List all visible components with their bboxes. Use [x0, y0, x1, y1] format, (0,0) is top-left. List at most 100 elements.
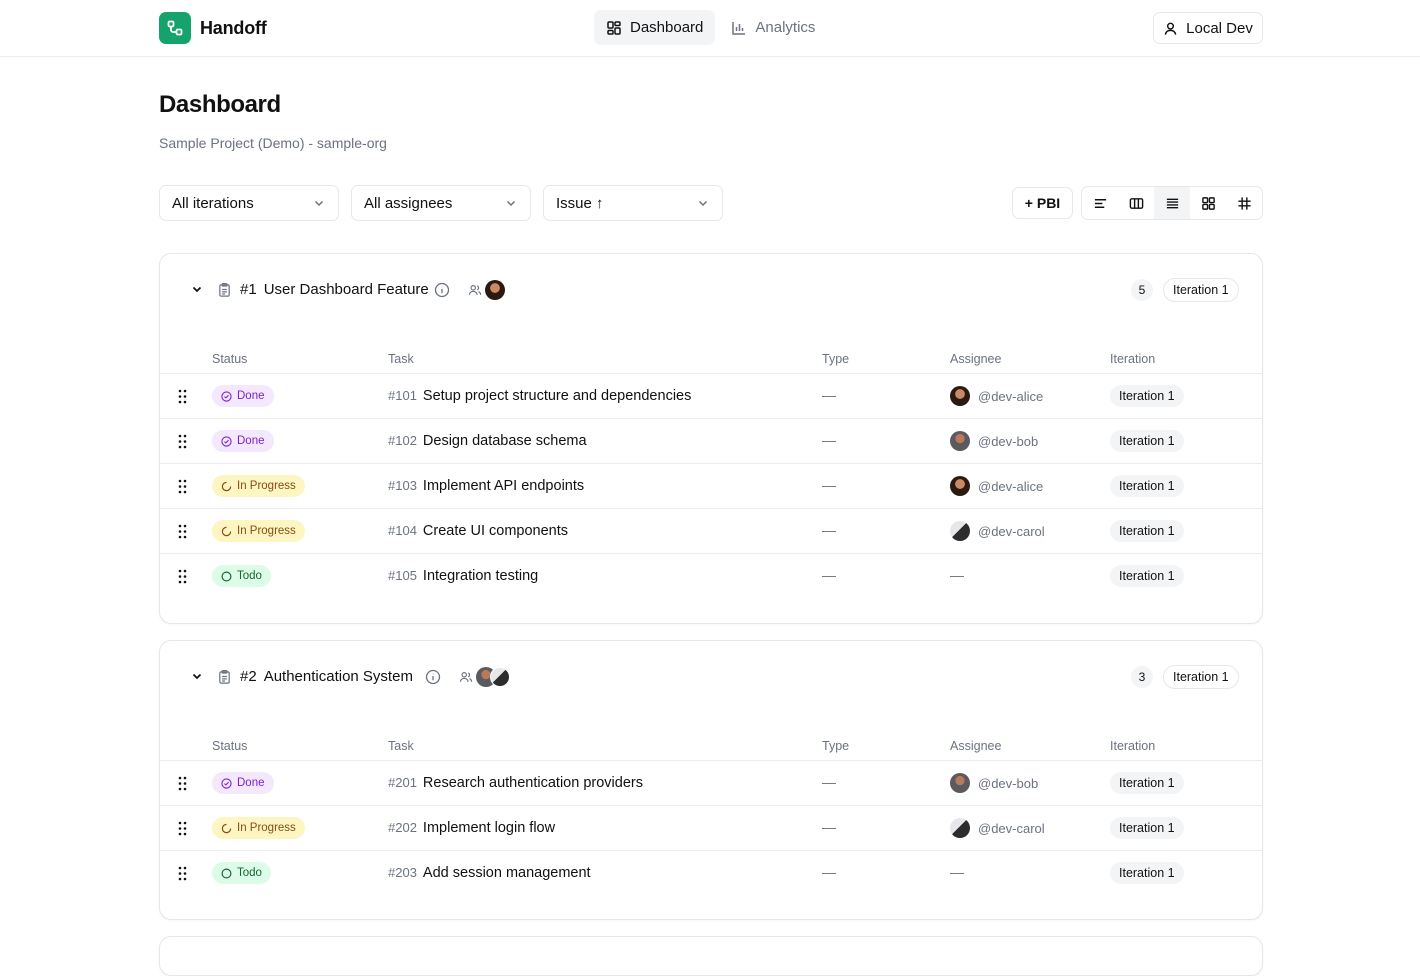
column-task: Task — [388, 739, 414, 753]
status-label: Todo — [237, 867, 262, 879]
iteration-badge[interactable]: Iteration 1 — [1110, 475, 1184, 497]
assignee-cell[interactable]: @dev-bob — [950, 773, 1038, 793]
task-cell[interactable]: #105 Integration testing — [388, 568, 538, 584]
column-assignee: Assignee — [950, 739, 1002, 753]
task-id: #101 — [388, 388, 417, 403]
task-title: Implement API endpoints — [422, 478, 585, 494]
iteration-badge[interactable]: Iteration 1 — [1110, 520, 1184, 542]
task-row[interactable]: Todo #203 Add session management — — Iter… — [160, 851, 1262, 896]
status-badge[interactable]: Done — [212, 385, 274, 407]
task-row[interactable]: Done #101 Setup project structure and dep… — [160, 374, 1262, 419]
status-badge[interactable]: In Progress — [212, 520, 305, 542]
drag-handle-icon[interactable] — [178, 524, 187, 539]
pbi-iteration-badge: Iteration 1 — [1163, 665, 1239, 689]
clipboard-icon — [219, 283, 230, 297]
check-circle-icon — [221, 390, 232, 402]
avatar — [485, 280, 505, 300]
status-badge[interactable]: Todo — [212, 565, 271, 587]
assignee-filter-value: All assignees — [364, 194, 453, 212]
assignee-name: @dev-carol — [978, 523, 1045, 539]
status-badge[interactable]: In Progress — [212, 475, 305, 497]
assignee-empty[interactable]: — — [950, 567, 964, 583]
assignee-name: @dev-carol — [978, 820, 1045, 836]
handoff-logo-icon — [159, 12, 191, 44]
assignee-cell[interactable]: @dev-alice — [950, 476, 1043, 496]
drag-handle-icon[interactable] — [178, 479, 187, 494]
pbi-card-header[interactable]: #1 User Dashboard Feature 5 Iteration 1 — [160, 254, 1262, 326]
drag-handle-icon[interactable] — [178, 434, 187, 449]
brand[interactable]: Handoff — [159, 12, 267, 44]
pbi-card-header[interactable]: #2 Authentication System 3 Iteration 1 — [160, 641, 1262, 713]
chevron-down-icon[interactable] — [190, 669, 204, 683]
task-row[interactable]: In Progress #103 Implement API endpoints … — [160, 464, 1262, 509]
assignee-name: @dev-alice — [978, 478, 1044, 494]
task-row[interactable]: In Progress #202 Implement login flow — @… — [160, 806, 1262, 851]
list-lines-icon — [1094, 198, 1106, 208]
task-cell[interactable]: #101 Setup project structure and dependen… — [388, 388, 691, 404]
iteration-filter-select[interactable]: All iterations — [159, 185, 339, 221]
drag-handle-icon[interactable] — [178, 866, 187, 881]
assignee-name: @dev-bob — [978, 775, 1039, 791]
column-type: Type — [822, 739, 850, 753]
iteration-badge[interactable]: Iteration 1 — [1110, 817, 1184, 839]
users-icon — [459, 672, 473, 682]
task-table-header: Status Task Type Assignee Iteration — [160, 713, 1262, 761]
assignee-cell[interactable]: @dev-carol — [950, 818, 1045, 838]
nav-dashboard[interactable]: Dashboard — [594, 10, 716, 45]
pbi-number: #1 — [240, 281, 257, 298]
task-cell[interactable]: #202 Implement login flow — [388, 820, 555, 836]
columns-icon — [1129, 197, 1143, 209]
page-subtitle: Sample Project (Demo) - sample-org — [159, 135, 387, 151]
nav-analytics[interactable]: Analytics — [719, 10, 827, 45]
assignee-cell[interactable]: @dev-bob — [950, 431, 1038, 451]
drag-handle-icon[interactable] — [178, 389, 187, 404]
task-cell[interactable]: #201 Research authentication providers — [388, 775, 643, 791]
status-label: Done — [237, 777, 265, 789]
view-grid-button[interactable] — [1190, 187, 1226, 219]
task-cell[interactable]: #103 Implement API endpoints — [388, 478, 584, 494]
view-list-button[interactable] — [1154, 187, 1190, 219]
task-cell[interactable]: #102 Design database schema — [388, 433, 587, 449]
task-row[interactable]: Done #102 Design database schema — @dev-b… — [160, 419, 1262, 464]
user-menu-button[interactable]: Local Dev — [1153, 12, 1263, 44]
status-label: In Progress — [237, 525, 296, 537]
task-title: Integration testing — [422, 568, 539, 584]
info-icon[interactable] — [425, 669, 441, 685]
iteration-badge[interactable]: Iteration 1 — [1110, 772, 1184, 794]
iteration-badge[interactable]: Iteration 1 — [1110, 385, 1184, 407]
view-compact-button[interactable] — [1082, 187, 1118, 219]
pbi-title-text: Authentication System — [263, 668, 413, 685]
drag-handle-icon[interactable] — [178, 776, 187, 791]
grid-icon — [1201, 196, 1215, 210]
task-row[interactable]: Done #201 Research authentication provide… — [160, 761, 1262, 806]
status-badge[interactable]: Todo — [212, 862, 271, 884]
drag-handle-icon[interactable] — [178, 821, 187, 836]
view-table-button[interactable] — [1226, 187, 1262, 219]
iteration-badge[interactable]: Iteration 1 — [1110, 862, 1184, 884]
assignee-filter-select[interactable]: All assignees — [351, 185, 531, 221]
status-badge[interactable]: Done — [212, 772, 274, 794]
assignee-empty[interactable]: — — [950, 864, 964, 880]
circle-icon — [221, 571, 232, 581]
task-row[interactable]: Todo #105 Integration testing — — Iterati… — [160, 554, 1262, 599]
chevron-down-icon[interactable] — [190, 282, 204, 296]
iteration-badge[interactable]: Iteration 1 — [1110, 565, 1184, 587]
info-icon[interactable] — [434, 282, 450, 298]
iteration-badge[interactable]: Iteration 1 — [1110, 430, 1184, 452]
status-badge[interactable]: Done — [212, 430, 274, 452]
avatar — [950, 818, 970, 838]
task-type: — — [822, 522, 836, 538]
task-id: #105 — [388, 568, 417, 583]
task-cell[interactable]: #203 Add session management — [388, 865, 591, 881]
drag-handle-icon[interactable] — [178, 569, 187, 584]
assignee-cell[interactable]: @dev-alice — [950, 386, 1043, 406]
status-badge[interactable]: In Progress — [212, 817, 305, 839]
sort-select[interactable]: Issue ↑ — [543, 185, 723, 221]
add-pbi-button[interactable]: + PBI — [1012, 187, 1073, 219]
task-type: — — [822, 774, 836, 790]
task-cell[interactable]: #104 Create UI components — [388, 523, 568, 539]
view-board-button[interactable] — [1118, 187, 1154, 219]
assignee-cell[interactable]: @dev-carol — [950, 521, 1045, 541]
task-row[interactable]: In Progress #104 Create UI components — @… — [160, 509, 1262, 554]
avatar — [490, 667, 510, 687]
